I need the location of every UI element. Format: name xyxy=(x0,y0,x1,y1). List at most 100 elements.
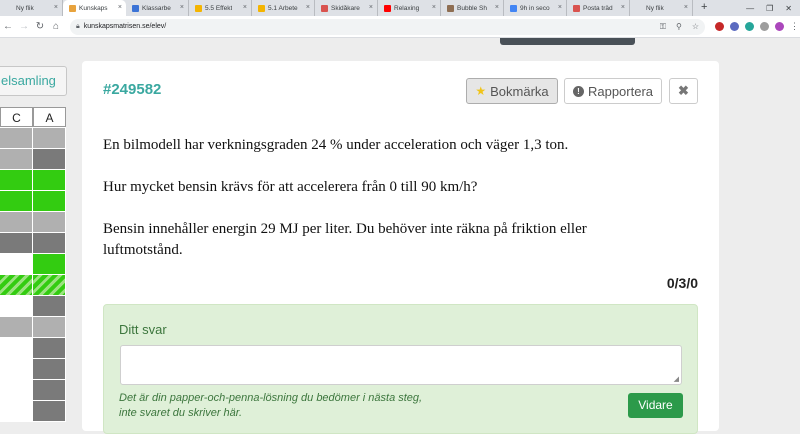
matrix-cell[interactable] xyxy=(33,359,66,379)
tab-title: Posta träd xyxy=(583,4,613,12)
matrix-cell[interactable] xyxy=(33,317,66,337)
browser-tab[interactable]: Klassarbe × xyxy=(126,0,189,16)
close-tab-icon[interactable]: × xyxy=(432,4,436,11)
matrix-cell[interactable] xyxy=(0,233,33,253)
matrix-cell[interactable] xyxy=(33,149,66,169)
favicon-icon xyxy=(510,4,517,12)
extension-icon[interactable] xyxy=(745,22,754,31)
answer-textarea[interactable]: ◢ xyxy=(120,345,682,385)
minimize-icon[interactable]: — xyxy=(746,4,754,13)
browser-tab[interactable]: Skidåkare × xyxy=(315,0,378,16)
matrix-cell[interactable] xyxy=(33,275,66,295)
close-tab-icon[interactable]: × xyxy=(306,4,310,11)
lock-icon: 🔒︎ xyxy=(76,22,80,30)
matrix-row xyxy=(0,212,66,233)
browser-tab[interactable]: 5.1 Arbete × xyxy=(252,0,315,16)
close-window-icon[interactable]: ✕ xyxy=(785,4,792,13)
extension-icon[interactable] xyxy=(715,22,724,31)
close-tab-icon[interactable]: × xyxy=(495,4,499,11)
tab-title: Bubble Sh xyxy=(457,4,487,12)
close-tab-icon[interactable]: × xyxy=(621,4,625,11)
matrix-cell[interactable] xyxy=(0,380,33,400)
address-bar[interactable]: 🔒︎ kunskapsmatrisen.se/elev/ ⚿ ⚲ ☆ xyxy=(70,18,705,35)
question-paragraph: Bensin innehåller energin 29 MJ per lite… xyxy=(103,221,587,258)
reload-icon[interactable]: ↻ xyxy=(32,21,48,32)
tab-title: Skidåkare xyxy=(331,4,360,12)
matrix-cell[interactable] xyxy=(0,296,33,316)
zoom-icon[interactable]: ⚲ xyxy=(676,22,682,32)
favicon-icon xyxy=(6,4,13,12)
favicon-icon xyxy=(384,4,391,12)
extension-icon[interactable] xyxy=(730,22,739,31)
close-tab-icon[interactable]: × xyxy=(684,4,688,11)
matrix-cell[interactable] xyxy=(0,401,33,421)
favicon-icon xyxy=(69,4,76,12)
matrix-cell[interactable] xyxy=(33,233,66,253)
report-button[interactable]: ! Rapportera xyxy=(564,78,662,104)
matrix-cell[interactable] xyxy=(0,128,33,148)
question-paragraph: Hur mycket bensin krävs för att accelere… xyxy=(103,179,478,195)
close-tab-icon[interactable]: × xyxy=(558,4,562,11)
tab-list: Ny flik × Kunskaps × Klassarbe × 5.5 Effekt × 5.… xyxy=(0,0,693,16)
matrix-cell[interactable] xyxy=(33,191,66,211)
nav-dropdown-edge xyxy=(500,38,635,45)
browser-tab[interactable]: Relaxing × xyxy=(378,0,441,16)
matrix-body xyxy=(0,128,66,422)
key-icon[interactable]: ⚿ xyxy=(660,22,666,32)
close-tab-icon[interactable]: × xyxy=(54,4,58,11)
close-button[interactable]: ✖ xyxy=(669,78,698,104)
matrix-cell[interactable] xyxy=(0,170,33,190)
answer-label: Ditt svar xyxy=(119,322,167,337)
matrix-cell[interactable] xyxy=(33,254,66,274)
matrix-row xyxy=(0,128,66,149)
next-button[interactable]: Vidare xyxy=(628,393,683,418)
profile-avatar[interactable] xyxy=(775,22,784,31)
close-tab-icon[interactable]: × xyxy=(180,4,184,11)
matrix-cell[interactable] xyxy=(0,191,33,211)
matrix-cell[interactable] xyxy=(0,317,33,337)
matrix-cell[interactable] xyxy=(33,401,66,421)
matrix-cell[interactable] xyxy=(33,212,66,232)
matrix-header-a: A xyxy=(33,107,66,127)
favicon-icon xyxy=(573,4,580,12)
matrix-cell[interactable] xyxy=(33,380,66,400)
matrix-cell[interactable] xyxy=(33,296,66,316)
matrix-cell[interactable] xyxy=(33,170,66,190)
matrix-row xyxy=(0,401,66,422)
restore-icon[interactable]: ❐ xyxy=(766,4,773,13)
matrix-cell[interactable] xyxy=(0,212,33,232)
browser-tab[interactable]: 5.5 Effekt × xyxy=(189,0,252,16)
question-paragraph: En bilmodell har verkningsgraden 24 % un… xyxy=(103,137,569,153)
resize-handle-icon[interactable]: ◢ xyxy=(674,375,679,383)
close-tab-icon[interactable]: × xyxy=(243,4,247,11)
bookmark-button[interactable]: ★ Bokmärka xyxy=(466,78,558,104)
menu-icon[interactable]: ⋮ xyxy=(790,21,799,32)
favicon-icon xyxy=(447,4,454,12)
browser-tab[interactable]: Bubble Sh × xyxy=(441,0,504,16)
browser-tab[interactable]: 9h in seco × xyxy=(504,0,567,16)
new-tab-button[interactable]: + xyxy=(693,0,715,16)
matrix-cell[interactable] xyxy=(33,338,66,358)
report-label: Rapportera xyxy=(587,83,654,99)
matrix-cell[interactable] xyxy=(0,149,33,169)
matrix-row xyxy=(0,317,66,338)
star-bookmark-icon[interactable]: ☆ xyxy=(692,22,699,32)
browser-tab[interactable]: Ny flik × xyxy=(630,0,693,16)
browser-tab[interactable]: Posta träd × xyxy=(567,0,630,16)
bookmark-label: Bokmärka xyxy=(490,83,549,99)
matrix-cell[interactable] xyxy=(0,338,33,358)
close-tab-icon[interactable]: × xyxy=(369,4,373,11)
close-tab-icon[interactable]: × xyxy=(118,4,122,11)
matrix-cell[interactable] xyxy=(0,359,33,379)
collection-button[interactable]: elsamling xyxy=(0,66,67,96)
puzzle-icon[interactable] xyxy=(760,22,769,31)
home-icon[interactable]: ⌂ xyxy=(48,21,64,32)
browser-tab[interactable]: Ny flik × xyxy=(0,0,63,16)
forward-icon[interactable]: → xyxy=(16,21,32,32)
back-icon[interactable]: ← xyxy=(0,21,16,32)
matrix-cell[interactable] xyxy=(33,128,66,148)
browser-tab[interactable]: Kunskaps × xyxy=(63,0,126,16)
matrix-cell[interactable] xyxy=(0,275,33,295)
matrix-row xyxy=(0,359,66,380)
matrix-cell[interactable] xyxy=(0,254,33,274)
